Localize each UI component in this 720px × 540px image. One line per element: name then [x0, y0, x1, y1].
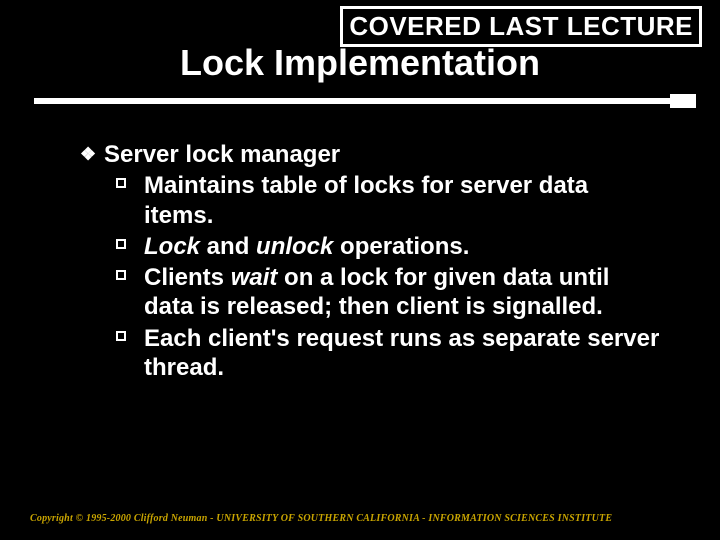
bullet-text: Maintains table of locks for server data…: [144, 172, 588, 228]
covered-banner: COVERED LAST LECTURE: [340, 6, 702, 47]
slide-title: Lock Implementation: [0, 42, 720, 84]
bullet-text: Clients wait on a lock for given data un…: [144, 264, 609, 320]
title-rule: [34, 98, 696, 112]
bullet-text: Each client's request runs as separate s…: [144, 325, 659, 381]
copyright-footer: Copyright © 1995-2000 Clifford Neuman - …: [30, 513, 612, 524]
list-item: Clients wait on a lock for given data un…: [80, 263, 660, 322]
square-bullet-icon: [116, 270, 126, 280]
square-bullet-icon: [116, 331, 126, 341]
list-item: Maintains table of locks for server data…: [80, 171, 660, 230]
heading-item: ❖ Server lock manager: [80, 140, 660, 169]
list-item: Lock and unlock operations.: [80, 232, 660, 261]
slide-content: ❖ Server lock manager Maintains table of…: [80, 140, 660, 384]
square-bullet-icon: [116, 239, 126, 249]
diamond-bullet-icon: ❖: [80, 144, 96, 166]
square-bullet-icon: [116, 178, 126, 188]
heading-text: Server lock manager: [104, 141, 340, 168]
list-item: Each client's request runs as separate s…: [80, 324, 660, 383]
bullet-text: Lock and unlock operations.: [144, 233, 469, 260]
